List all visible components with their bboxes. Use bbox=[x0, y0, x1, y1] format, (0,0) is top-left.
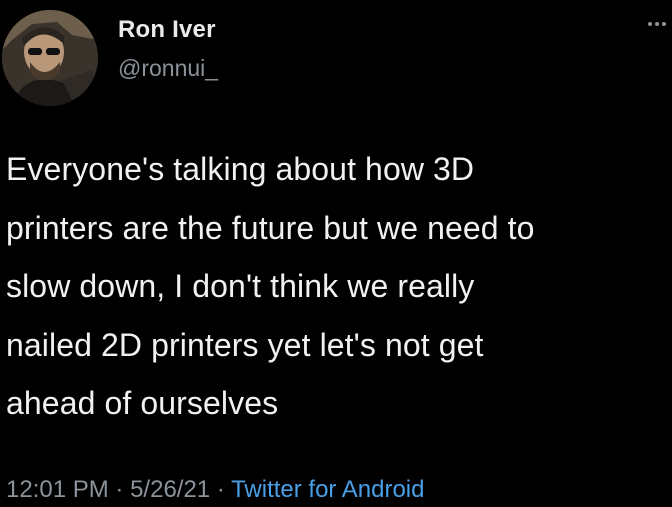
meta-separator: · bbox=[216, 476, 225, 503]
avatar[interactable] bbox=[2, 10, 98, 106]
tweet-date[interactable]: 5/26/21 bbox=[130, 476, 210, 503]
tweet-source-link[interactable]: Twitter for Android bbox=[231, 476, 424, 503]
more-options-icon[interactable] bbox=[648, 22, 666, 26]
more-dot bbox=[648, 22, 652, 26]
meta-separator: · bbox=[115, 476, 124, 503]
author-info: Ron Iver @ronnui_ bbox=[118, 14, 218, 84]
avatar-photo-icon bbox=[2, 10, 98, 106]
display-name[interactable]: Ron Iver bbox=[118, 14, 218, 46]
tweet-text: Everyone's talking about how 3D printers… bbox=[6, 151, 535, 421]
tweet-card: Ron Iver @ronnui_ Everyone's talking abo… bbox=[0, 0, 672, 507]
tweet-time[interactable]: 12:01 PM bbox=[6, 476, 109, 503]
user-handle[interactable]: @ronnui_ bbox=[118, 52, 218, 84]
more-dot bbox=[662, 22, 666, 26]
tweet-meta: 12:01 PM · 5/26/21 · Twitter for Android bbox=[6, 474, 424, 506]
more-dot bbox=[655, 22, 659, 26]
